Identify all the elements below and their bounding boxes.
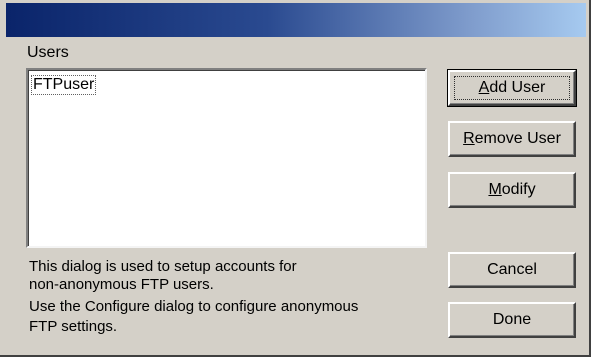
- remove-user-label: emove User: [474, 130, 561, 147]
- cancel-label: Cancel: [487, 261, 537, 278]
- done-button[interactable]: Done: [448, 302, 576, 338]
- done-label: Done: [492, 311, 532, 328]
- info-text-line-3: Use the Configure dialog to configure an…: [29, 298, 359, 315]
- list-item[interactable]: FTPuser: [31, 75, 97, 95]
- modify-label: odify: [501, 181, 536, 198]
- info-text-line-2: non-anonymous FTP users.: [29, 276, 214, 293]
- users-listbox[interactable]: FTPuser: [26, 68, 427, 248]
- cancel-button[interactable]: Cancel: [448, 252, 576, 288]
- add-user-mnemonic: A: [478, 79, 490, 96]
- add-user-button[interactable]: Add User: [447, 69, 577, 107]
- modify-button[interactable]: Modify: [448, 172, 576, 208]
- add-user-label: dd User: [489, 79, 546, 96]
- remove-user-button[interactable]: Remove User: [448, 121, 576, 157]
- remove-user-mnemonic: R: [463, 130, 475, 147]
- title-bar[interactable]: [6, 3, 586, 37]
- info-text-line-1: This dialog is used to setup accounts fo…: [29, 258, 297, 275]
- info-text-line-4: FTP settings.: [29, 318, 118, 335]
- modify-mnemonic: M: [488, 181, 502, 198]
- users-group-label: Users: [27, 44, 69, 61]
- ftp-users-dialog: Users FTPuser Add User Remove User Modif…: [0, 0, 591, 357]
